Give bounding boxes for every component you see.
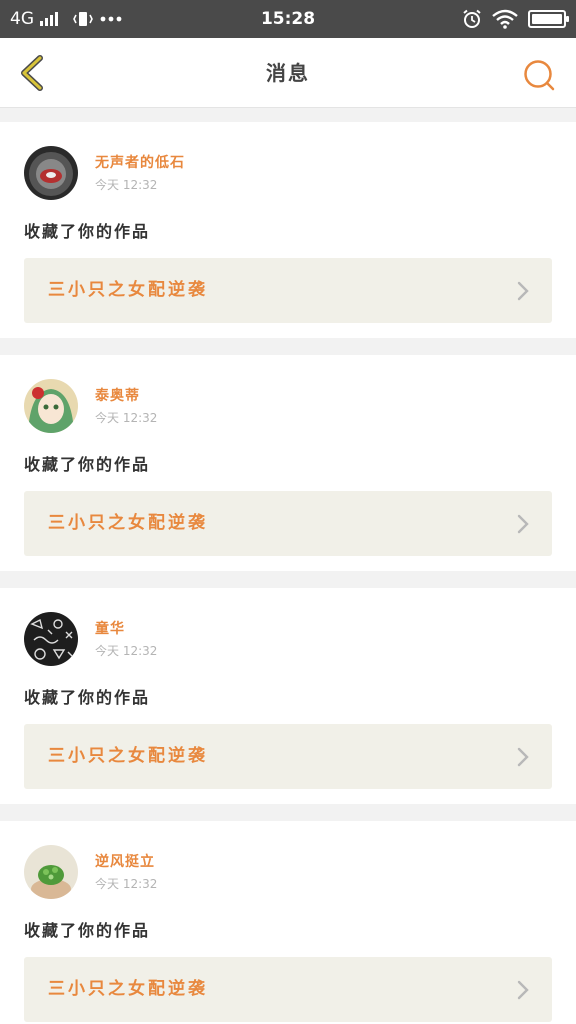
search-button[interactable] [522,58,556,92]
avatar[interactable] [24,612,78,666]
action-text: 收藏了你的作品 [24,921,151,940]
message-card: 逆风挺立 今天 12:32 收藏了你的作品 三小只之女配逆袭 [0,821,576,1024]
timestamp: 今天 12:32 [95,178,158,192]
wifi-icon [492,9,518,29]
chevron-right-icon [517,747,529,767]
timestamp: 今天 12:32 [95,877,158,891]
work-title: 三小只之女配逆袭 [48,280,208,300]
work-link[interactable]: 三小只之女配逆袭 [24,491,552,556]
timestamp: 今天 12:32 [95,644,158,658]
work-link[interactable]: 三小只之女配逆袭 [24,724,552,789]
chevron-right-icon [517,980,529,1000]
work-title: 三小只之女配逆袭 [48,746,208,766]
avatar[interactable] [24,845,78,899]
status-right [462,0,569,38]
message-card: 童华 今天 12:32 收藏了你的作品 三小只之女配逆袭 [0,588,576,804]
avatar[interactable] [24,146,78,200]
work-title: 三小只之女配逆袭 [48,979,208,999]
action-text: 收藏了你的作品 [24,222,151,241]
work-title: 三小只之女配逆袭 [48,513,208,533]
avatar[interactable] [24,379,78,433]
alarm-icon [463,9,481,28]
header: 消息 [0,38,576,108]
action-text: 收藏了你的作品 [24,455,151,474]
username[interactable]: 泰奥蒂 [95,385,140,405]
timestamp: 今天 12:32 [95,411,158,425]
username[interactable]: 逆风挺立 [95,851,155,871]
work-link[interactable]: 三小只之女配逆袭 [24,258,552,323]
chevron-right-icon [517,514,529,534]
battery-icon [528,10,569,28]
status-bar: 4G 15:28 [0,0,576,38]
username[interactable]: 童华 [95,618,125,638]
message-card: 泰奥蒂 今天 12:32 收藏了你的作品 三小只之女配逆袭 [0,355,576,571]
chevron-right-icon [517,281,529,301]
work-link[interactable]: 三小只之女配逆袭 [24,957,552,1022]
action-text: 收藏了你的作品 [24,688,151,707]
username[interactable]: 无声者的低石 [95,152,185,172]
message-card: 无声者的低石 今天 12:32 收藏了你的作品 三小只之女配逆袭 [0,122,576,338]
page-title: 消息 [266,61,310,85]
